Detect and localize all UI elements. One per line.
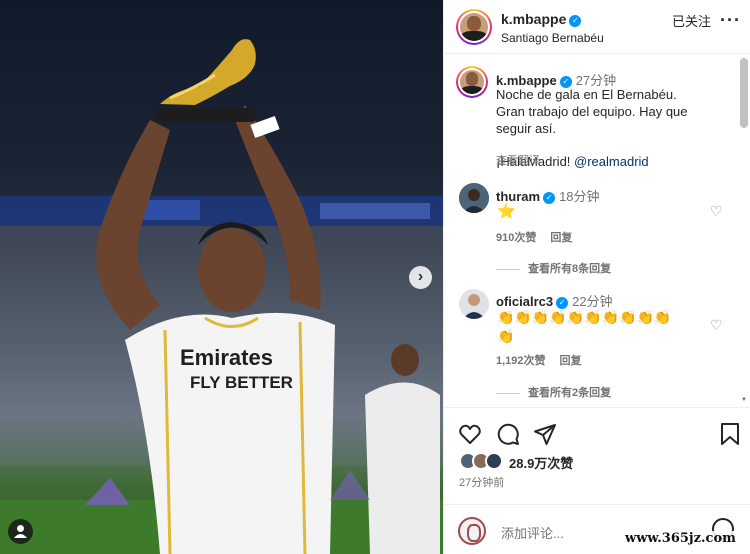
heart-icon[interactable] — [458, 422, 482, 446]
svg-text:Emirates: Emirates — [180, 345, 273, 370]
post-timestamp[interactable]: 27分钟前 — [459, 474, 504, 490]
comment-icon[interactable] — [496, 422, 520, 446]
add-comment-bar: 添加评论... — [444, 504, 750, 554]
post-location[interactable]: Santiago Bernabéu — [501, 31, 604, 45]
current-user-avatar — [458, 517, 486, 545]
mention-link[interactable]: @realmadrid — [574, 154, 649, 169]
comment-time: 22分钟 — [572, 294, 613, 309]
author-username[interactable]: k.mbappe ✓ — [501, 11, 582, 27]
comment-like-heart-icon[interactable]: ♡ — [710, 317, 723, 334]
next-photo-button[interactable]: › — [409, 266, 432, 289]
likes-count[interactable]: 28.9万次赞 — [509, 453, 573, 472]
author-avatar[interactable] — [456, 9, 492, 45]
comment-likes[interactable]: 1,192次赞 — [496, 355, 546, 367]
comment-likes[interactable]: 910次赞 — [496, 232, 536, 244]
comment-text: ⭐ — [497, 203, 516, 220]
svg-text:FLY BETTER: FLY BETTER — [190, 373, 293, 392]
comment-time: 18分钟 — [559, 189, 600, 204]
reply-button[interactable]: 回复 — [550, 232, 572, 244]
comment-avatar[interactable] — [459, 289, 489, 319]
comment-input[interactable]: 添加评论... — [501, 523, 564, 542]
post-header: k.mbappe ✓ Santiago Bernabéu 已关注 ··· — [444, 0, 750, 54]
caption-text: Noche de gala en El Bernabéu. Gran traba… — [496, 87, 688, 136]
scroll-down-icon[interactable]: ▼ — [741, 397, 747, 403]
comments-list[interactable]: k.mbappe ✓ 27分钟 Noche de gala en El Bernab… — [444, 55, 750, 406]
author-username-text[interactable]: k.mbappe — [501, 11, 566, 27]
comments-scrollbar[interactable] — [740, 58, 748, 128]
view-replies-button[interactable]: 查看所有8条回复 — [496, 260, 611, 276]
comment-meta: 910次赞 回复 — [496, 229, 586, 245]
view-replies-button[interactable]: 查看所有2条回复 — [496, 384, 611, 400]
comment-meta: 1,192次赞 回复 — [496, 352, 596, 368]
comment-like-heart-icon[interactable]: ♡ — [710, 203, 723, 220]
verified-icon: ✓ — [569, 15, 582, 27]
site-watermark: www.365jz.com — [622, 531, 739, 546]
comment-username-text[interactable]: thuram — [496, 189, 540, 204]
verified-icon: ✓ — [543, 192, 556, 204]
caption-avatar[interactable] — [456, 66, 488, 98]
commenter-photo — [459, 289, 489, 319]
more-options-icon[interactable]: ··· — [720, 10, 741, 31]
commenter-photo — [459, 183, 489, 213]
comment-username-text[interactable]: oficialrc3 — [496, 294, 553, 309]
photo-scene: Emirates FLY BETTER — [0, 39, 443, 554]
post-side-panel: k.mbappe ✓ Santiago Bernabéu 已关注 ··· k.mb… — [443, 0, 750, 554]
share-icon[interactable] — [533, 422, 557, 446]
see-translation-link[interactable]: 查看翻译 — [496, 152, 540, 168]
bookmark-icon[interactable] — [719, 422, 741, 446]
user-tag-button[interactable] — [8, 519, 33, 544]
post-photo: Emirates FLY BETTER › — [0, 0, 443, 554]
reply-button[interactable]: 回复 — [560, 355, 582, 367]
following-button[interactable]: 已关注 — [672, 11, 711, 30]
user-tag-icon — [14, 525, 27, 538]
liker-avatar — [485, 452, 503, 470]
comment-avatar[interactable] — [459, 183, 489, 213]
comment-text: 👏👏👏👏👏👏👏👏👏👏 👏 — [497, 309, 672, 344]
chevron-right-icon: › — [417, 268, 424, 285]
